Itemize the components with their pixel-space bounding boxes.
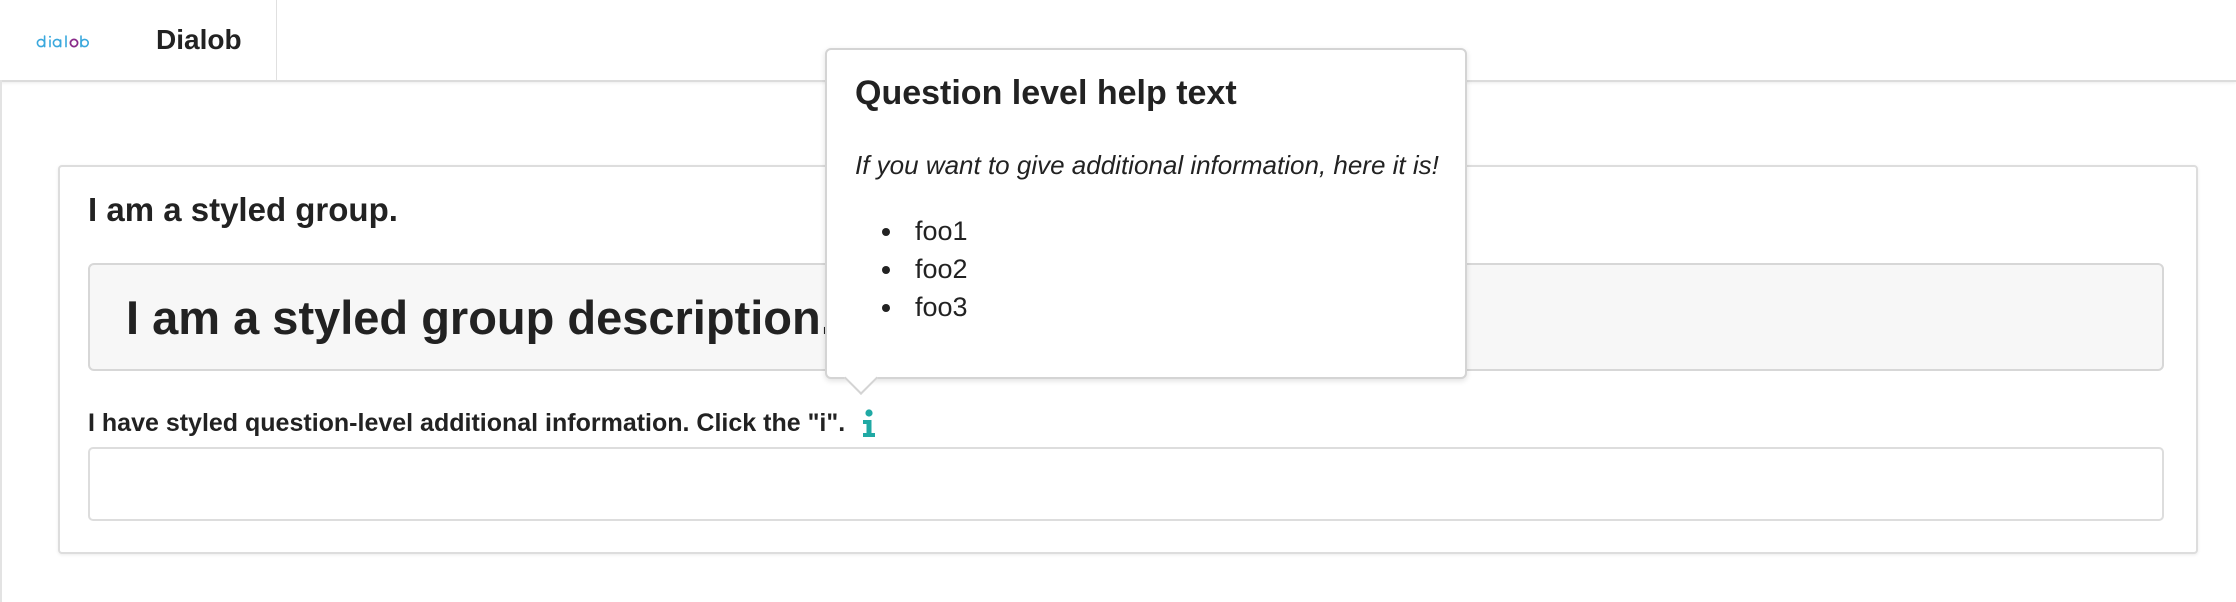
question-input[interactable] (88, 447, 2164, 521)
list-item: foo1 (905, 212, 968, 250)
info-icon[interactable] (859, 408, 879, 438)
popover-text: If you want to give additional informati… (855, 150, 1439, 180)
left-divider (0, 80, 2, 602)
page: dialob Dialob I am a styl (0, 0, 2236, 602)
dialob-logo: dialob (36, 35, 89, 48)
group-title: I am a styled group. (88, 191, 398, 228)
list-item: foo3 (905, 288, 968, 326)
list-item: foo2 (905, 250, 968, 288)
question-label-row: I have styled question-level additional … (88, 403, 879, 443)
popover-list: foo1 foo2 foo3 (883, 212, 968, 326)
popover-title: Question level help text (855, 74, 1237, 112)
group-description-text: I am a styled group description. (126, 290, 834, 344)
question-label: I have styled question-level additional … (88, 408, 846, 437)
brand[interactable]: dialob Dialob (0, 0, 277, 80)
app-name: Dialob (156, 24, 242, 55)
help-popover: Question level help text If you want to … (825, 48, 1467, 395)
